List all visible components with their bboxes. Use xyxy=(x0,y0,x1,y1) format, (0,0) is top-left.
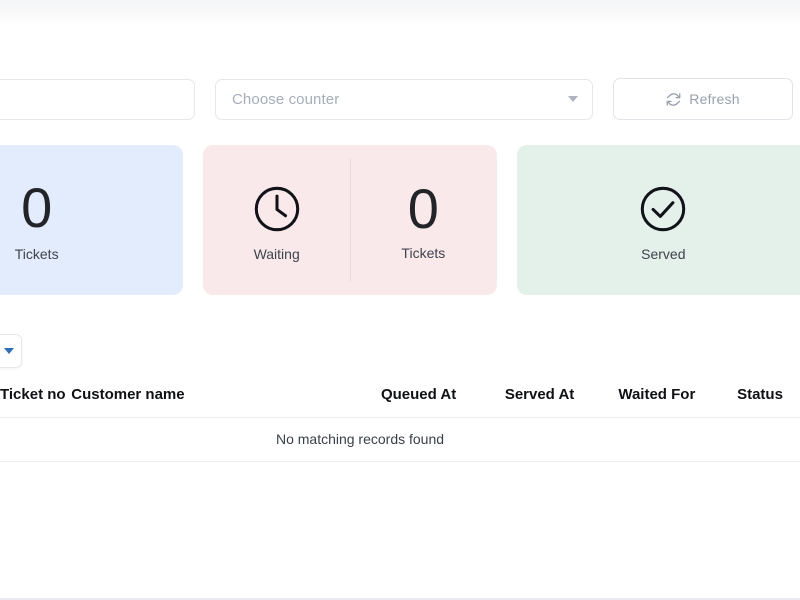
column-header-status[interactable]: Status xyxy=(737,378,800,418)
check-circle-icon xyxy=(636,178,690,240)
refresh-icon xyxy=(666,92,681,107)
table-body: No matching records found xyxy=(0,417,800,462)
stat-value: 0 xyxy=(407,176,439,240)
refresh-button-label: Refresh xyxy=(689,91,740,107)
column-header-served-at[interactable]: Served At xyxy=(504,378,619,418)
clock-icon xyxy=(250,178,304,240)
table-empty-row: No matching records found xyxy=(0,417,800,462)
filters-toolbar: Choose counter Refresh xyxy=(0,78,800,120)
column-header-waited-for[interactable]: Waited For xyxy=(618,378,738,418)
stat-card-tickets-total: 0 Tickets xyxy=(0,145,184,295)
refresh-button[interactable]: Refresh xyxy=(613,78,793,120)
stat-panel-waiting: Waiting xyxy=(203,145,350,295)
table-empty-message: No matching records found xyxy=(0,417,800,462)
stat-panel: 0 Tickets xyxy=(0,145,183,295)
column-header-queued-at[interactable]: Queued At xyxy=(380,378,505,418)
stat-panel-served: Served xyxy=(517,145,800,295)
table-header-row: Ticket no Customer name Queued At Served… xyxy=(0,378,800,418)
top-shade xyxy=(0,0,800,26)
column-header-customer-name[interactable]: Customer name xyxy=(71,378,381,418)
counter-select-label: Choose counter xyxy=(232,90,340,108)
stat-panel-waiting-count: 0 Tickets xyxy=(350,145,497,295)
tickets-table: Ticket no Customer name Queued At Served… xyxy=(0,378,800,462)
stat-label: Tickets xyxy=(14,246,59,263)
stat-value: 0 xyxy=(21,175,53,239)
queue-dashboard-page: Choose counter Refresh 0 Tickets Waiting… xyxy=(0,0,800,600)
stat-label: Tickets xyxy=(401,245,446,262)
stat-card-waiting: Waiting 0 Tickets xyxy=(203,145,497,295)
chevron-down-icon xyxy=(4,348,14,354)
stat-card-served: Served xyxy=(516,145,800,295)
stat-label: Waiting xyxy=(253,246,300,262)
column-header-ticket-no[interactable]: Ticket no xyxy=(0,378,72,418)
counter-select[interactable]: Choose counter xyxy=(215,78,593,120)
search-input[interactable] xyxy=(0,78,195,120)
table-length-select[interactable] xyxy=(0,334,22,368)
stat-cards: 0 Tickets Waiting 0 Tickets Served xyxy=(0,145,800,295)
chevron-down-icon xyxy=(568,96,578,102)
stat-label: Served xyxy=(641,246,686,262)
